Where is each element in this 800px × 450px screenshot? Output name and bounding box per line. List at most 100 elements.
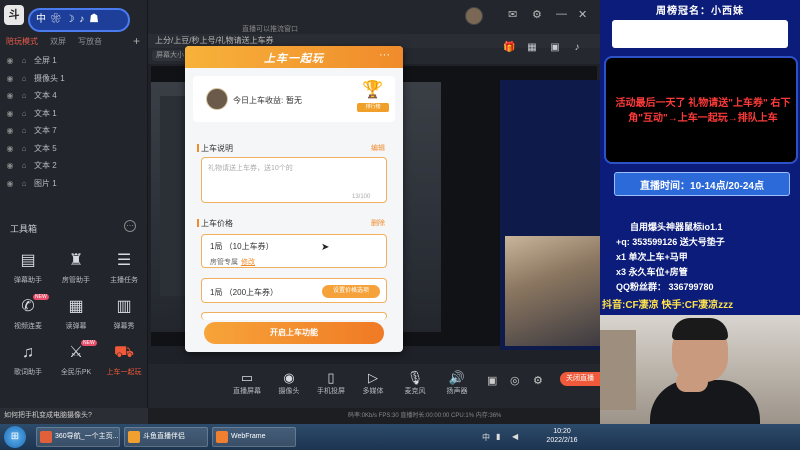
- gift-icon[interactable]: 🎁: [503, 42, 515, 54]
- tool-item[interactable]: ▦ 读弹幕: [52, 296, 100, 342]
- overlay-info-line: +q: 353599126 送大号垫子: [616, 237, 725, 247]
- eye-icon[interactable]: ◉: [6, 144, 14, 153]
- avatar[interactable]: [465, 7, 483, 25]
- lock-icon[interactable]: ⌂: [20, 91, 28, 100]
- lock-icon[interactable]: ⌂: [20, 179, 28, 188]
- scene-tabs: 陪玩模式 双屏 写放音: [0, 36, 148, 48]
- tool-item[interactable]: ⚔ 全民乐PK NEW: [52, 340, 100, 388]
- tool-label: 读弹幕: [65, 323, 87, 330]
- bottom-tool-icon: ▭: [240, 370, 254, 385]
- lock-icon[interactable]: ⌂: [20, 74, 28, 83]
- price-edit-link[interactable]: 修改: [241, 259, 255, 266]
- price-option-label: 1局 （200上车券）: [210, 288, 279, 297]
- layer-row[interactable]: ◉ ⌂ 文本 2: [0, 157, 148, 174]
- desc-textarea[interactable]: 礼物请送上车券，送10个的 13/100: [201, 157, 387, 203]
- camera-icon[interactable]: ▣: [487, 374, 497, 387]
- settings-icon[interactable]: ⚙: [532, 8, 542, 21]
- taskbar-item[interactable]: 360导航_一个主页...: [36, 427, 120, 447]
- bottom-tool[interactable]: ▯ 手机投屏: [310, 370, 352, 396]
- start-ride-button[interactable]: 开启上车功能: [204, 322, 384, 344]
- lock-icon[interactable]: ⌂: [20, 56, 28, 65]
- tool-label: 弹幕助手: [14, 277, 42, 284]
- status-bar: 码率:0Kb/s FPS:30 直播时长:00:00:00 CPU:1% 内存:…: [148, 408, 600, 424]
- layer-row[interactable]: ◉ ⌂ 全屏 1: [0, 52, 148, 69]
- lock-icon[interactable]: ⌂: [20, 161, 28, 170]
- chat-icon[interactable]: ▣: [549, 42, 561, 54]
- layer-row[interactable]: ◉ ⌂ 文本 7: [0, 122, 148, 139]
- bell-icon[interactable]: ♪: [571, 42, 583, 54]
- bottom-tool-icon: ▷: [368, 370, 378, 385]
- taskbar-item[interactable]: 斗鱼直播伴侣: [124, 427, 208, 447]
- layer-row[interactable]: ◉ ⌂ 文本 1: [0, 105, 148, 122]
- add-scene-icon[interactable]: +: [133, 34, 140, 48]
- lock-icon[interactable]: ⌂: [20, 126, 28, 135]
- scene-tab[interactable]: 双屏: [50, 36, 66, 48]
- eye-icon[interactable]: ◎: [510, 374, 520, 387]
- lock-icon[interactable]: ⌂: [20, 109, 28, 118]
- tray-lang-icon[interactable]: 中: [482, 432, 490, 443]
- tool-item[interactable]: ☰ 主播任务: [100, 250, 148, 296]
- taskbar-item[interactable]: WebFrame: [212, 427, 296, 447]
- income-value: 暂无: [286, 96, 302, 105]
- go-live-button[interactable]: 关闭直播: [560, 372, 602, 386]
- layer-row[interactable]: ◉ ⌂ 文本 4: [0, 87, 148, 104]
- bottom-tool[interactable]: 🔊 扬声器: [436, 370, 478, 396]
- start-button[interactable]: ⊞: [4, 426, 26, 448]
- layer-row[interactable]: ◉ ⌂ 图片 1: [0, 175, 148, 192]
- app-icon: [216, 431, 228, 443]
- scene-tab[interactable]: 写放音: [78, 36, 102, 48]
- eye-icon[interactable]: ◉: [6, 74, 14, 83]
- price-option[interactable]: 1局 （200上车券） 设置价格选项: [201, 278, 387, 303]
- tool-item[interactable]: ♫ 歌词助手: [4, 342, 52, 388]
- eye-icon[interactable]: ◉: [6, 126, 14, 135]
- bottom-tool[interactable]: 🎙 麦克风: [394, 370, 436, 396]
- skin-icon[interactable]: ✉: [508, 8, 517, 21]
- trophy-icon[interactable]: 🏆: [361, 80, 385, 100]
- leaderboard-label[interactable]: 排行榜: [357, 103, 389, 112]
- user-chip[interactable]: 中 ❀ ☽ ♪ ☗: [28, 8, 130, 32]
- tray-network-icon[interactable]: ▮: [496, 432, 500, 441]
- bottom-tool[interactable]: ▷ 多媒体: [352, 370, 394, 396]
- tool-item[interactable]: ♜ 房管助手: [52, 250, 100, 296]
- grid-icon[interactable]: ▦: [526, 42, 538, 54]
- bottom-tool[interactable]: ▭ 直播屏幕: [226, 370, 268, 396]
- layer-row[interactable]: ◉ ⌂ 文本 5: [0, 140, 148, 157]
- eye-icon[interactable]: ◉: [6, 91, 14, 100]
- eye-icon[interactable]: ◉: [6, 109, 14, 118]
- bottom-tool[interactable]: ◉ 摄像头: [268, 370, 310, 396]
- income-label: 今日上车收益:: [233, 96, 284, 105]
- more-icon[interactable]: ···: [379, 49, 390, 61]
- tool-item[interactable]: ✆ 视频连麦 NEW: [4, 294, 52, 342]
- eye-icon[interactable]: ◉: [6, 56, 14, 65]
- help-notice[interactable]: 如何把手机变成电脑摄像头?: [0, 408, 148, 424]
- streamer-hand: [676, 372, 708, 392]
- taskbar-item-label: 360导航_一个主页...: [55, 433, 119, 440]
- tool-item[interactable]: ▥ 弹幕秀: [100, 296, 148, 342]
- set-price-button[interactable]: 设置价格选项: [322, 285, 380, 298]
- toolbox-more-icon[interactable]: ···: [124, 220, 136, 232]
- price-option[interactable]: 1局 （10上车券） 房管专属 修改: [201, 234, 387, 268]
- scene-tab[interactable]: 陪玩模式: [6, 36, 38, 48]
- overlay-panel: [612, 20, 788, 48]
- tool-label: 歌词助手: [14, 369, 42, 376]
- tool-item[interactable]: ⛟ 上车一起玩: [100, 342, 148, 388]
- price-option[interactable]: [201, 312, 387, 320]
- lock-icon[interactable]: ⌂: [20, 144, 28, 153]
- minimize-icon[interactable]: —: [556, 8, 567, 20]
- layer-label: 文本 5: [34, 143, 57, 153]
- desc-edit-link[interactable]: 编辑: [371, 143, 385, 153]
- close-icon[interactable]: ✕: [578, 8, 587, 21]
- tool-icon: ⛟: [113, 344, 135, 361]
- app-logo-icon: 斗: [4, 5, 24, 25]
- eye-icon[interactable]: ◉: [6, 161, 14, 170]
- time-text: 直播时间：10-14点/20-24点: [640, 181, 764, 192]
- tray-volume-icon[interactable]: ◀: [512, 432, 518, 441]
- streamer-hair: [672, 318, 728, 340]
- gear-icon[interactable]: ⚙: [533, 374, 543, 387]
- tool-item[interactable]: ▤ 弹幕助手: [4, 250, 52, 296]
- layer-row[interactable]: ◉ ⌂ 摄像头 1: [0, 70, 148, 87]
- eye-icon[interactable]: ◉: [6, 179, 14, 188]
- tool-icon: ♫: [22, 344, 34, 361]
- layer-label: 图片 1: [34, 178, 57, 188]
- price-delete-link[interactable]: 删除: [371, 218, 385, 228]
